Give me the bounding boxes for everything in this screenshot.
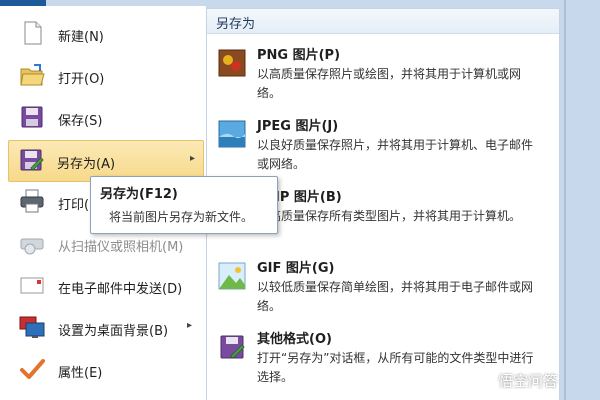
menu-item-new[interactable]: 新建(N) (10, 14, 200, 54)
watermark: 悟空问答 (474, 370, 558, 394)
tooltip-title: 另存为(F12) (100, 187, 178, 202)
menu-item-label: 属性(E) (58, 366, 103, 381)
save-as-jpeg-option[interactable]: JPEG 图片(J) 以良好质量保存照片，并将其用于计算机、电子邮件或网络。 (213, 115, 553, 171)
tooltip-description: 将当前图片另存为新文件。 (109, 210, 254, 224)
scanner-icon (20, 238, 44, 255)
jpeg-image-icon (218, 120, 246, 148)
menu-item-send-email[interactable]: 在电子邮件中发送(D) (10, 266, 200, 306)
option-description: 以高质量保存照片或绘图，并将其用于计算机或网络。 (257, 67, 522, 100)
save-disk-icon (21, 106, 43, 128)
menu-item-save[interactable]: 保存(S) (10, 98, 200, 138)
option-title: GIF 图片(G) (257, 261, 335, 276)
window-frame (560, 0, 600, 400)
new-document-icon (24, 21, 42, 45)
option-title: JPEG 图片(J) (257, 119, 339, 134)
other-formats-icon (220, 335, 245, 359)
open-folder-icon (20, 64, 45, 86)
option-description: 以较低质量保存简单绘图，并将其用于电子邮件或网络。 (257, 280, 534, 313)
gif-image-icon (218, 262, 246, 290)
submenu-arrow-icon: ▸ (189, 153, 195, 164)
menu-item-label: 打开(O) (58, 72, 105, 87)
option-description: 以高质量保存所有类型图片，并将其用于计算机。 (257, 209, 522, 223)
save-as-png-option[interactable]: PNG 图片(P) 以高质量保存照片或绘图，并将其用于计算机或网络。 (213, 44, 553, 100)
desktop-background-icon (19, 316, 45, 338)
png-image-icon (218, 49, 246, 77)
submenu-title: 另存为 (216, 17, 256, 32)
menu-item-label: 保存(S) (58, 114, 103, 129)
option-description: 以良好质量保存照片，并将其用于计算机、电子邮件或网络。 (257, 138, 534, 171)
menu-item-label: 设置为桌面背景(B) (58, 324, 169, 339)
printer-icon (20, 189, 44, 213)
watermark-text: 悟空问答 (498, 372, 559, 390)
menu-item-properties[interactable]: 属性(E) (10, 350, 200, 390)
save-as-gif-option[interactable]: GIF 图片(G) 以较低质量保存简单绘图，并将其用于电子邮件或网络。 (213, 257, 553, 313)
watermark-logo-icon (474, 371, 494, 392)
menu-item-label: 另存为(A) (57, 157, 116, 172)
option-title: 其他格式(O) (257, 332, 332, 347)
submenu-arrow-icon: ▸ (186, 320, 192, 331)
properties-check-icon (20, 359, 45, 379)
menu-item-set-desktop-background[interactable]: 设置为桌面背景(B) ▸ (10, 308, 200, 348)
menu-item-open[interactable]: 打开(O) (10, 56, 200, 96)
option-title: PNG 图片(P) (257, 48, 341, 63)
menu-item-label: 在电子邮件中发送(D) (58, 282, 183, 297)
paint-file-menu-screen: 新建(N) 打开(O) 保存(S) 另存为(A) ▸ 打印(P) 从扫描仪或照相… (0, 0, 600, 400)
menu-item-label: 新建(N) (58, 30, 104, 45)
save-as-icon (20, 149, 44, 171)
save-as-tooltip: 另存为(F12) 将当前图片另存为新文件。 (90, 176, 278, 234)
menu-item-label: 从扫描仪或照相机(M) (58, 240, 184, 255)
email-icon (20, 277, 44, 294)
submenu-header: 另存为 (207, 9, 559, 34)
